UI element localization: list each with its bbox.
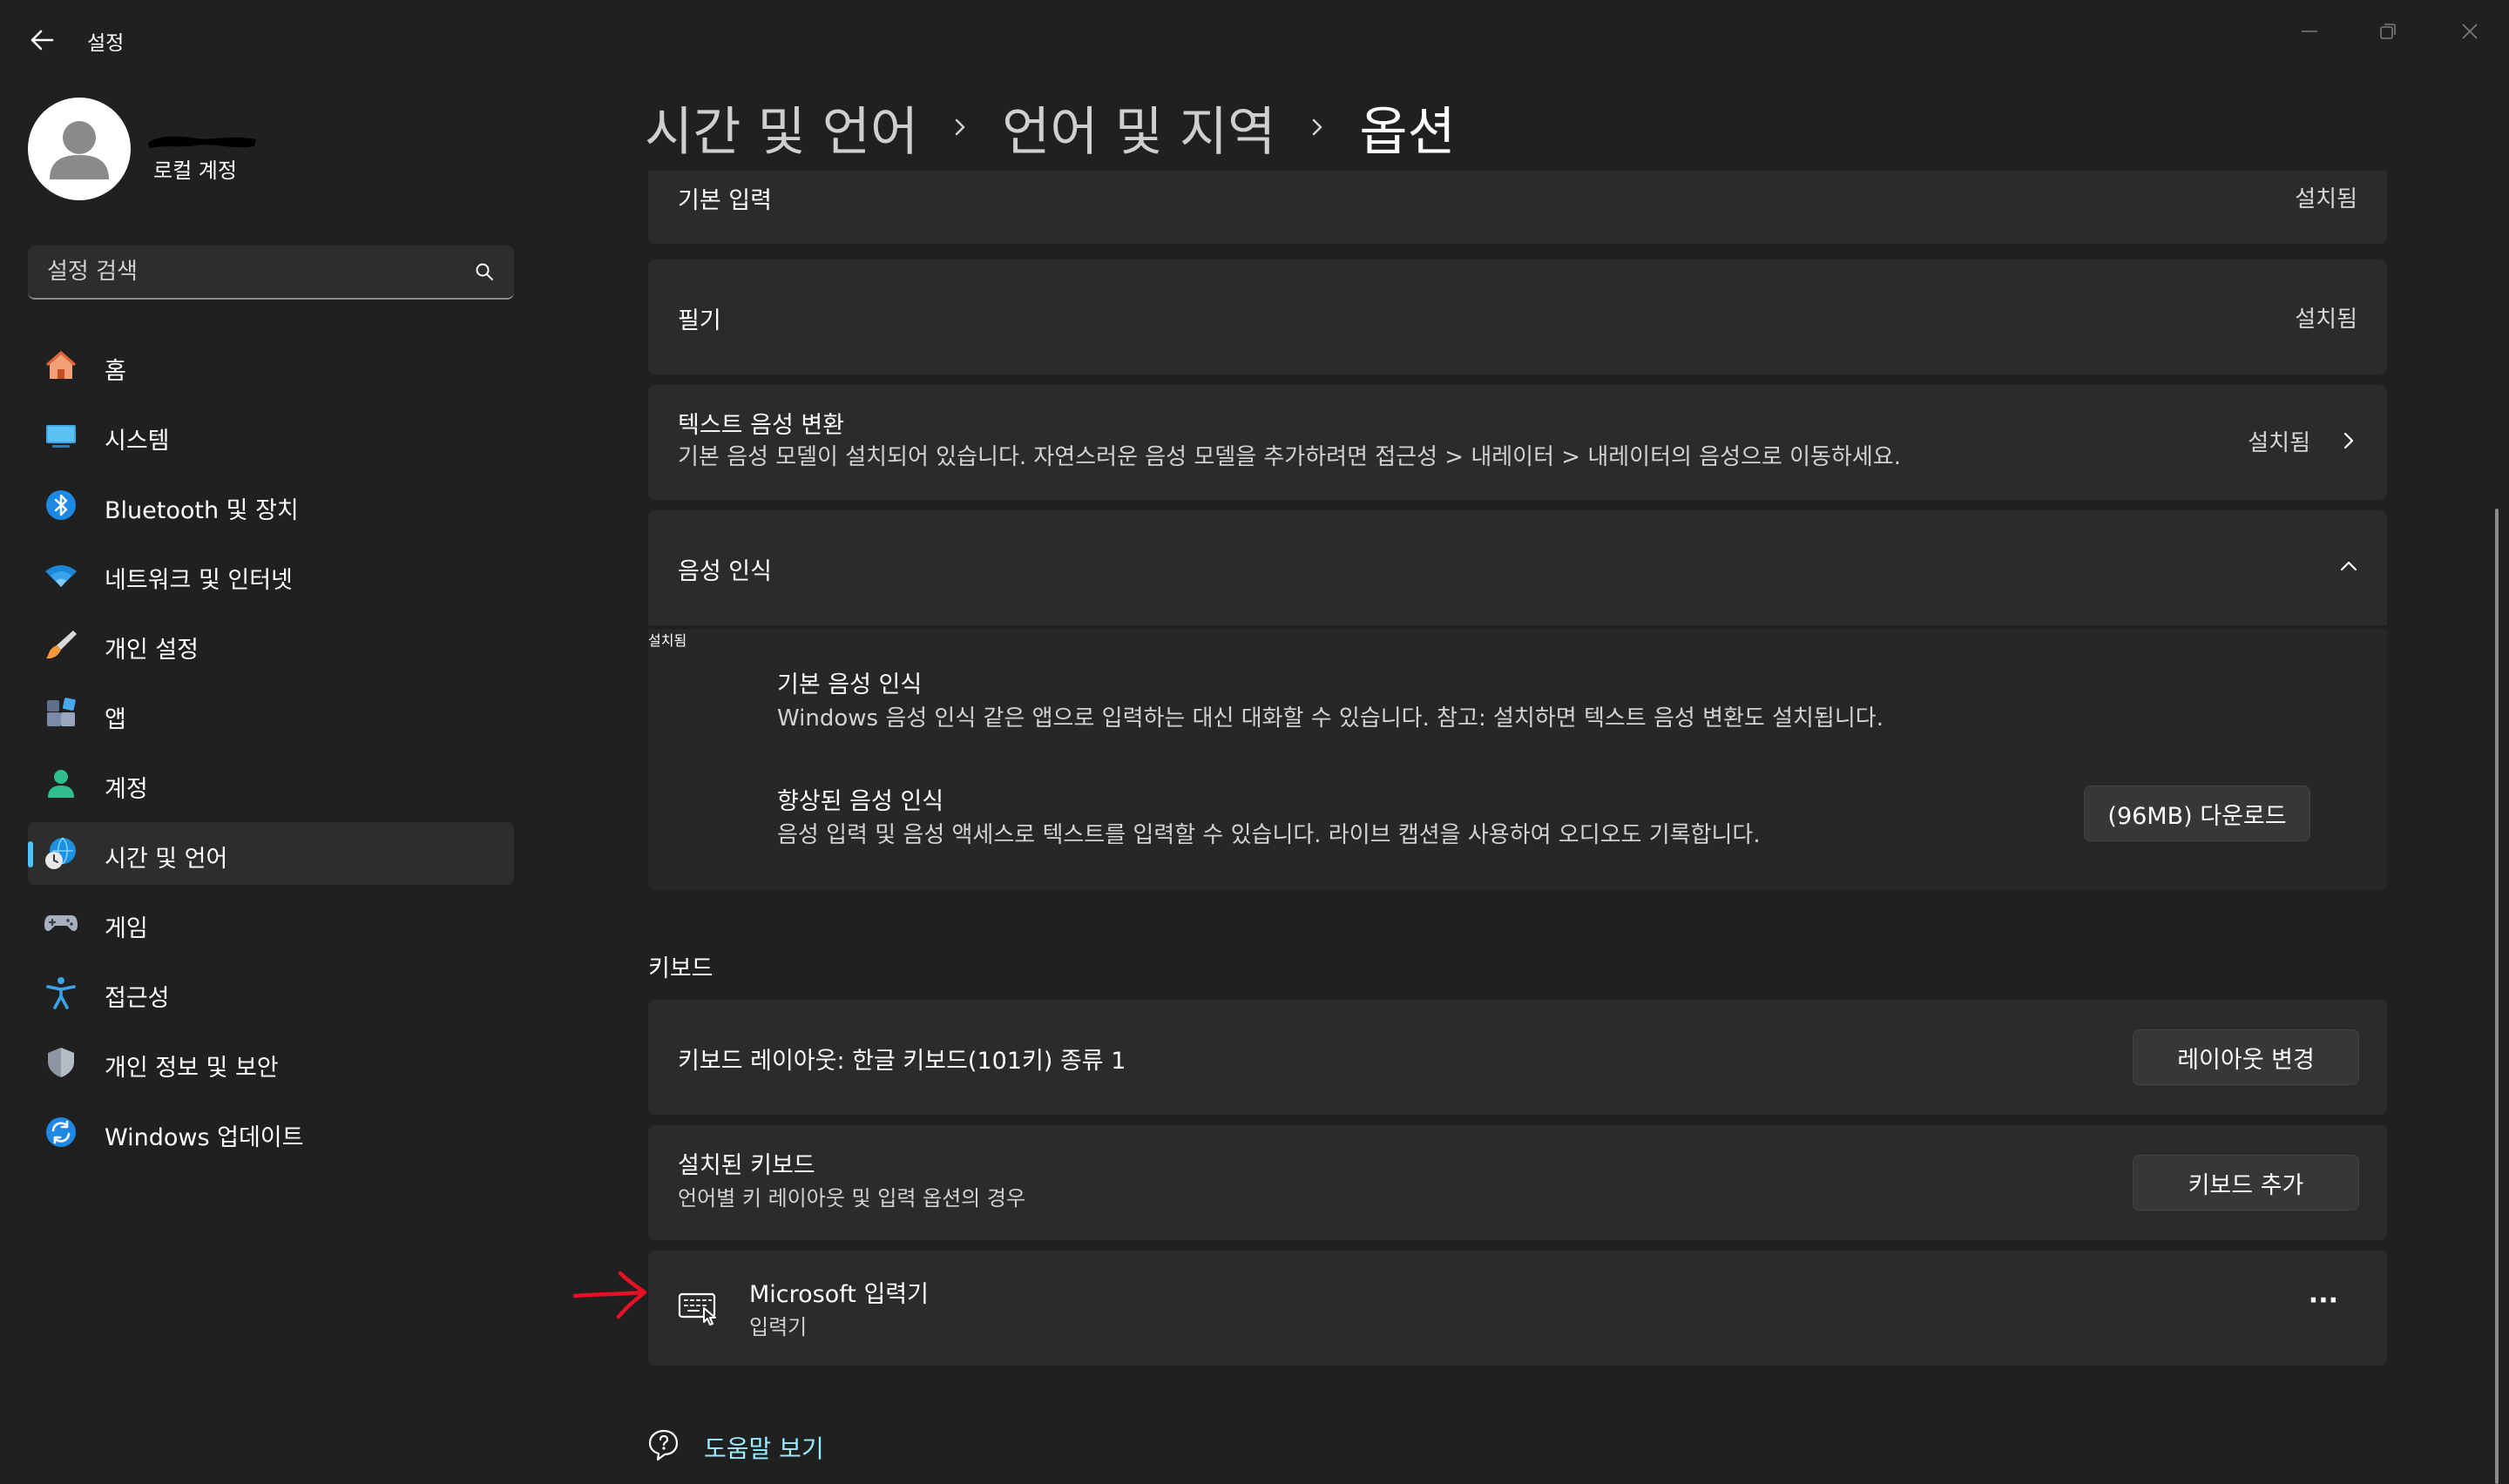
more-options-button[interactable]: ··· (2309, 1285, 2338, 1316)
breadcrumb-item-time-language[interactable]: 시간 및 언어 (645, 90, 918, 165)
feature-status: 설치됨 (2248, 430, 2310, 456)
keyboard-layout-row: 키보드 레이아웃: 한글 키보드(101키) 종류 1 레이아웃 변경 (648, 1000, 2387, 1115)
restore-button[interactable] (2349, 9, 2427, 54)
feature-handwriting: 필기 설치됨 (648, 260, 2387, 374)
change-layout-button[interactable]: 레이아웃 변경 (2133, 1029, 2359, 1085)
feature-status: 설치됨 (648, 632, 687, 649)
minimize-icon (2302, 30, 2317, 32)
feature-title: 기본 음성 인식 (777, 671, 923, 698)
feature-title: 필기 (678, 307, 721, 334)
get-help-label: 도움말 보기 (704, 1434, 824, 1463)
minimize-button[interactable] (2270, 9, 2349, 54)
keyboard-list-item[interactable]: Microsoft 입력기 입력기 ··· (648, 1251, 2387, 1366)
options-scroll-area: 기본 입력 설치됨 필기 설치됨 텍스트 음성 변환 기본 음성 모델이 설치되… (0, 171, 2492, 1484)
feature-text-to-speech[interactable]: 텍스트 음성 변환 기본 음성 모델이 설치되어 있습니다. 자연스러운 음성 … (648, 385, 2387, 500)
chevron-right-icon (1313, 118, 1322, 136)
breadcrumb-item-language-region[interactable]: 언어 및 지역 (1002, 90, 1275, 165)
download-enhanced-speech-button[interactable]: (96MB) 다운로드 (2084, 786, 2310, 841)
scrollbar-thumb[interactable] (2495, 509, 2499, 1484)
installed-keyboards-row: 설치된 키보드 언어별 키 레이아웃 및 입력 옵션의 경우 키보드 추가 (648, 1125, 2387, 1240)
feature-speech-recognition-header[interactable]: 음성 인식 (648, 510, 2387, 625)
feature-title: 기본 입력 (678, 187, 772, 214)
installed-keyboards-title: 설치된 키보드 (678, 1152, 815, 1179)
section-title-keyboard: 키보드 (648, 955, 713, 982)
arrow-left-icon (30, 30, 54, 51)
title-bar: 설정 (0, 0, 2509, 80)
restore-icon (2380, 24, 2396, 39)
feature-description: Windows 음성 인식 같은 앱으로 입력하는 대신 대화할 수 있습니다.… (777, 705, 1883, 732)
feature-description: 기본 음성 모델이 설치되어 있습니다. 자연스러운 음성 모델을 추가하려면 … (678, 444, 1901, 470)
feature-basic-speech-recognition: 기본 음성 인식 Windows 음성 인식 같은 앱으로 입력하는 대신 대화… (648, 629, 2387, 732)
feature-status: 설치됨 (2295, 186, 2357, 212)
speech-recognition-options: 기본 음성 인식 Windows 음성 인식 같은 앱으로 입력하는 대신 대화… (648, 629, 2387, 890)
breadcrumb: 시간 및 언어 언어 및 지역 옵션 (645, 91, 1456, 164)
close-button[interactable] (2431, 9, 2509, 54)
chevron-right-icon (2343, 432, 2354, 449)
page-title: 옵션 (1359, 101, 1456, 163)
feature-title: 텍스트 음성 변환 (678, 412, 845, 439)
keyboard-type: 입력기 (749, 1315, 808, 1339)
feature-basic-typing: 기본 입력 설치됨 (648, 171, 2387, 244)
keyboard-layout-title: 키보드 레이아웃: 한글 키보드(101키) 종류 1 (678, 1048, 1126, 1075)
feature-title: 음성 인식 (678, 558, 772, 585)
feature-title: 향상된 음성 인식 (777, 788, 944, 815)
app-title: 설정 (87, 32, 125, 55)
help-icon (648, 1429, 679, 1461)
add-keyboard-button[interactable]: 키보드 추가 (2133, 1155, 2359, 1211)
chevron-up-icon (2340, 561, 2357, 571)
annotation-arrow-icon (572, 1271, 647, 1319)
redacted-name-mark (148, 136, 256, 148)
chevron-right-icon (955, 118, 965, 136)
feature-status: 설치됨 (2295, 307, 2357, 333)
back-button[interactable] (24, 23, 59, 57)
keyboard-name: Microsoft 입력기 (749, 1281, 929, 1308)
close-icon (2462, 24, 2478, 39)
feature-description: 음성 입력 및 음성 액세스로 텍스트를 입력할 수 있습니다. 라이브 캡션을… (777, 822, 1761, 848)
installed-keyboards-description: 언어별 키 레이아웃 및 입력 옵션의 경우 (678, 1186, 1026, 1211)
keyboard-icon (678, 1292, 716, 1325)
